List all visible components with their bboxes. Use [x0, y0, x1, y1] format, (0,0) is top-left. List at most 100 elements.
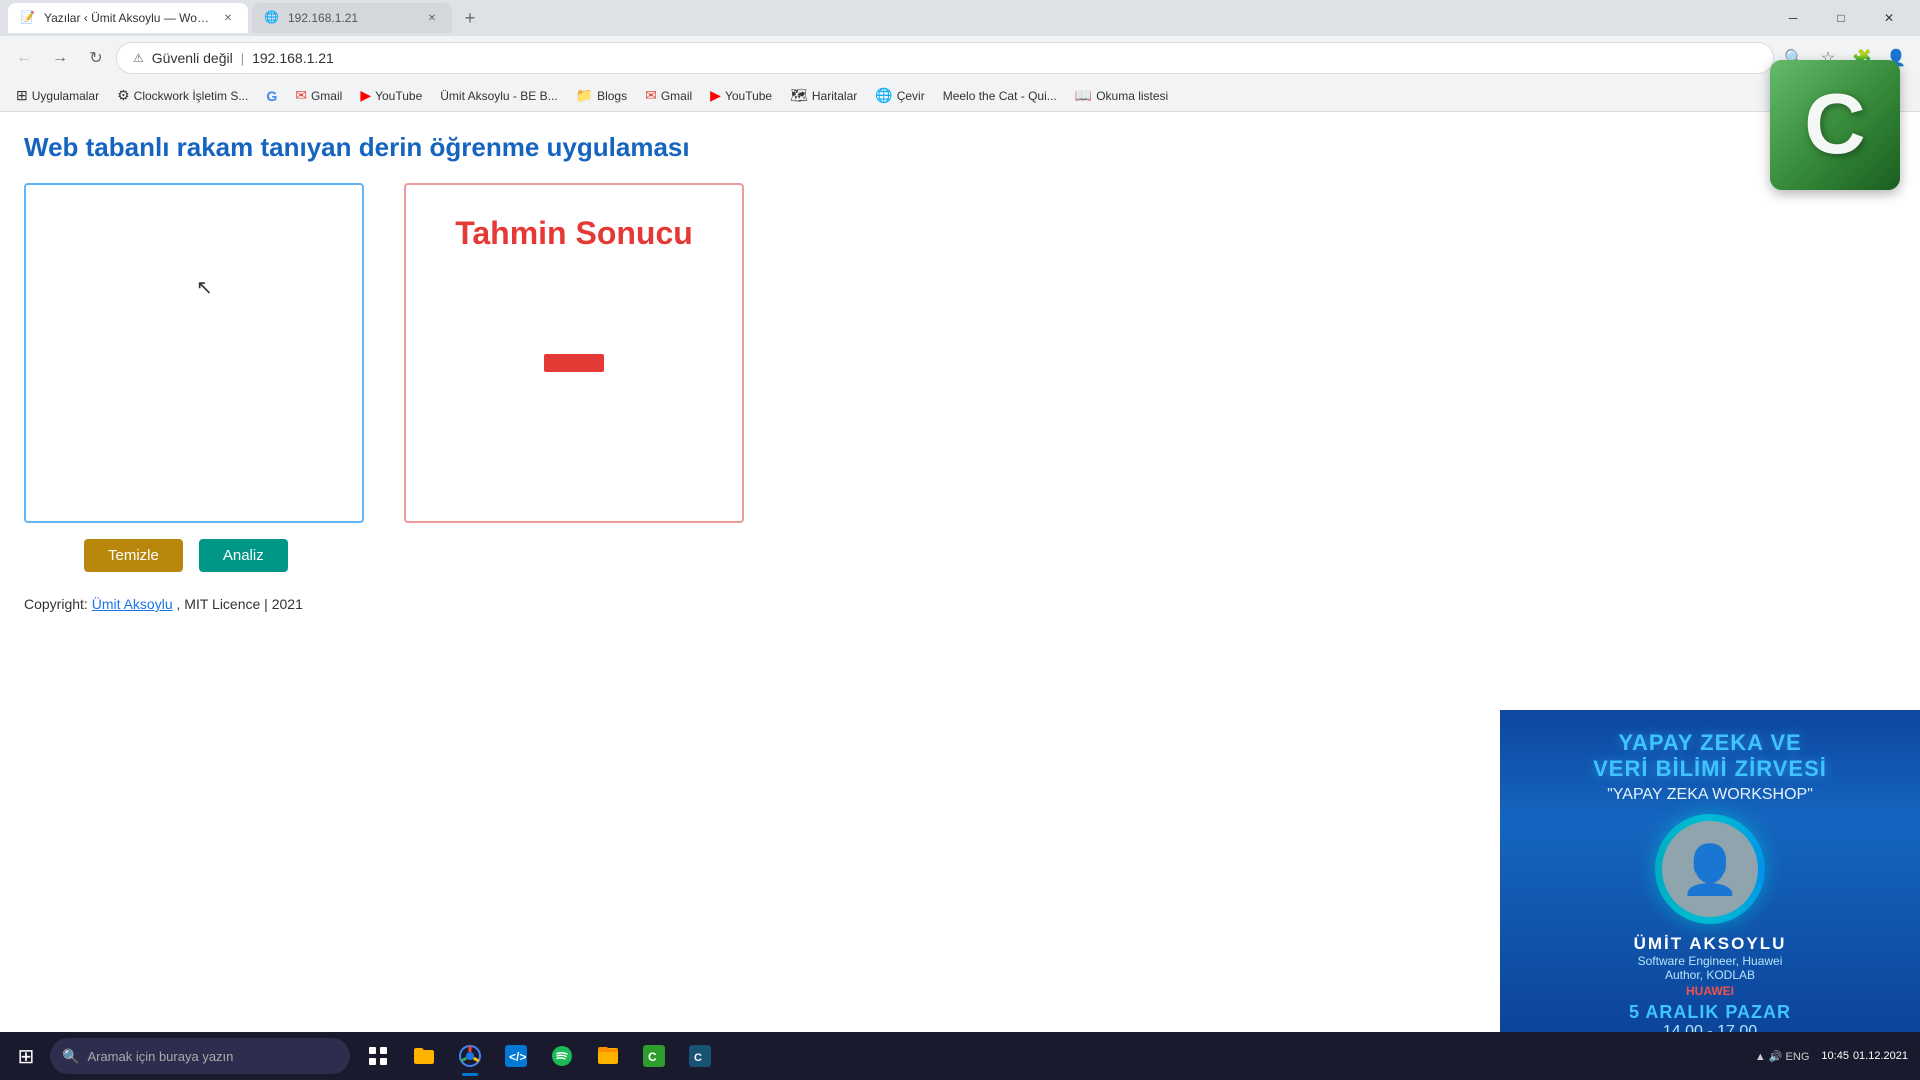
gmail-icon-1: ✉: [295, 87, 307, 104]
taskbar-search-placeholder: Aramak için buraya yazın: [87, 1049, 233, 1064]
analyze-button[interactable]: Analiz: [199, 539, 288, 572]
forward-button[interactable]: →: [44, 42, 76, 74]
bookmark-gmail-1[interactable]: ✉ Gmail: [287, 83, 350, 108]
taskbar-task-view[interactable]: [356, 1034, 400, 1078]
bookmark-meelo[interactable]: Meelo the Cat - Qui...: [935, 85, 1065, 107]
new-tab-button[interactable]: +: [456, 4, 484, 32]
ad-avatar-ring: 👤: [1655, 814, 1765, 924]
ad-huawei-label: HUAWEI: [1500, 984, 1920, 998]
bookmark-gmail-1-label: Gmail: [311, 89, 342, 103]
result-title: Tahmin Sonucu: [455, 215, 693, 252]
clockwork-icon: ⚙: [117, 87, 130, 104]
bookmark-reading-label: Okuma listesi: [1096, 89, 1168, 103]
tab-close-active[interactable]: ✕: [220, 10, 236, 26]
ad-banner: YAPAY ZEKA VE VERİ BİLİMİ ZİRVESİ "YAPAY…: [1500, 710, 1920, 1080]
bookmarks-bar: ⊞ Uygulamalar ⚙ Clockwork İşletim S... G…: [0, 80, 1920, 112]
bookmark-gmail-2[interactable]: ✉ Gmail: [637, 83, 700, 108]
ad-subtitle: "YAPAY ZEKA WORKSHOP": [1500, 786, 1920, 804]
tab-title-inactive: 192.168.1.21: [288, 11, 416, 25]
svg-text:C: C: [694, 1052, 702, 1064]
bookmark-blogs[interactable]: 📁 Blogs: [568, 83, 635, 108]
green-c-logo: C: [1770, 60, 1900, 190]
bookmark-youtube-1-label: YouTube: [375, 89, 422, 103]
bookmark-umit-label: Ümit Aksoylu - BE B...: [440, 89, 557, 103]
bookmark-meelo-label: Meelo the Cat - Qui...: [943, 89, 1057, 103]
taskbar-app-app2[interactable]: C: [678, 1034, 722, 1078]
bookmark-clockwork-label: Clockwork İşletim S...: [134, 89, 249, 103]
ad-title-line1: YAPAY ZEKA VE: [1500, 710, 1920, 756]
bookmark-youtube-2-label: YouTube: [725, 89, 772, 103]
close-button[interactable]: ✕: [1866, 0, 1912, 36]
bookmark-google[interactable]: G: [258, 84, 285, 108]
taskbar-app-vscode[interactable]: </>: [494, 1034, 538, 1078]
svg-text:</>: </>: [509, 1050, 526, 1064]
back-button[interactable]: ←: [8, 42, 40, 74]
copyright-section: Copyright: Ümit Aksoylu , MIT Licence | …: [24, 596, 1896, 612]
bookmark-youtube-1[interactable]: ▶ YouTube: [352, 83, 430, 108]
clear-button[interactable]: Temizle: [84, 539, 183, 572]
green-c-overlay: C: [1770, 60, 1900, 190]
url-display: Güvenli değil: [152, 50, 233, 66]
maximize-button[interactable]: □: [1818, 0, 1864, 36]
cursor-indicator: ↖: [196, 275, 213, 300]
bookmark-maps[interactable]: 🗺 Haritalar: [782, 83, 865, 108]
result-bar: [544, 354, 604, 372]
ad-title-line2: VERİ BİLİMİ ZİRVESİ: [1500, 756, 1920, 782]
bookmark-umit[interactable]: Ümit Aksoylu - BE B...: [432, 85, 565, 107]
tab-close-inactive[interactable]: ✕: [424, 10, 440, 26]
ad-avatar-icon: 👤: [1680, 841, 1740, 898]
svg-text:C: C: [648, 1050, 657, 1064]
taskbar-app-chrome[interactable]: [448, 1034, 492, 1078]
page-title: Web tabanlı rakam tanıyan derin öğrenme …: [24, 132, 1896, 163]
address-bar: ← → ↻ ⚠ Güvenli değil | 192.168.1.21 🔍 ☆…: [0, 36, 1920, 80]
copyright-suffix: , MIT Licence | 2021: [177, 596, 303, 612]
taskbar-app-spotify[interactable]: [540, 1034, 584, 1078]
taskbar-app-folder[interactable]: [586, 1034, 630, 1078]
taskbar-sys-tray: ▲ 🔊 ENG 10:45 01.12.2021: [1755, 1050, 1916, 1063]
security-icon: ⚠: [133, 51, 144, 65]
bookmark-reading[interactable]: 📖 Okuma listesi: [1067, 83, 1176, 108]
bookmark-youtube-2[interactable]: ▶ YouTube: [702, 83, 780, 108]
bookmark-blogs-label: Blogs: [597, 89, 627, 103]
bookmark-clockwork[interactable]: ⚙ Clockwork İşletim S...: [109, 83, 256, 108]
taskbar-apps: </> C C: [356, 1034, 722, 1078]
drawing-canvas[interactable]: ↖: [24, 183, 364, 523]
ad-person-name: ÜMİT AKSOYLU: [1500, 934, 1920, 954]
bookmark-apps-label: Uygulamalar: [32, 89, 99, 103]
bookmark-translate[interactable]: 🌐 Çevir: [867, 83, 932, 108]
taskbar-app-files[interactable]: [402, 1034, 446, 1078]
taskbar-time: 10:45: [1821, 1050, 1849, 1062]
copyright-prefix: Copyright:: [24, 596, 92, 612]
refresh-button[interactable]: ↻: [80, 42, 112, 74]
browser-window: 📝 Yazılar ‹ Ümit Aksoylu — WordPr... ✕ 🌐…: [0, 0, 1920, 812]
tab-favicon-active: 📝: [20, 10, 36, 26]
apps-grid-icon: ⊞: [16, 87, 28, 104]
title-bar: 📝 Yazılar ‹ Ümit Aksoylu — WordPr... ✕ 🌐…: [0, 0, 1920, 36]
bookmark-applications[interactable]: ⊞ Uygulamalar: [8, 83, 107, 108]
taskbar-app-app1[interactable]: C: [632, 1034, 676, 1078]
tab-active[interactable]: 📝 Yazılar ‹ Ümit Aksoylu — WordPr... ✕: [8, 3, 248, 33]
taskbar-search-box[interactable]: 🔍 Aramak için buraya yazın: [50, 1038, 350, 1074]
tab-inactive[interactable]: 🌐 192.168.1.21 ✕: [252, 3, 452, 33]
result-container: Tahmin Sonucu: [404, 183, 744, 523]
bookmark-gmail-2-label: Gmail: [661, 89, 692, 103]
taskbar: ⊞ 🔍 Aramak için buraya yazın: [0, 1032, 1920, 1080]
copyright-author-link[interactable]: Ümit Aksoylu: [92, 596, 173, 612]
window-controls: ─ □ ✕: [1770, 0, 1912, 36]
bookmark-maps-label: Haritalar: [812, 89, 857, 103]
taskbar-search-icon: 🔍: [62, 1048, 79, 1065]
youtube-icon-2: ▶: [710, 87, 721, 104]
gmail-icon-2: ✉: [645, 87, 657, 104]
page-content: Web tabanlı rakam tanıyan derin öğrenme …: [0, 112, 1920, 812]
tab-favicon-inactive: 🌐: [264, 10, 280, 26]
minimize-button[interactable]: ─: [1770, 0, 1816, 36]
translate-icon: 🌐: [875, 87, 892, 104]
green-c-letter: C: [1804, 76, 1865, 174]
address-input[interactable]: ⚠ Güvenli değil | 192.168.1.21: [116, 42, 1774, 74]
google-icon: G: [266, 88, 277, 104]
main-area: ↖ Tahmin Sonucu: [24, 183, 1896, 523]
taskbar-sys-icons: ▲ 🔊 ENG: [1755, 1050, 1810, 1063]
url-value: 192.168.1.21: [252, 50, 334, 66]
start-button[interactable]: ⊞: [4, 1034, 48, 1078]
ad-avatar: 👤: [1662, 821, 1758, 917]
